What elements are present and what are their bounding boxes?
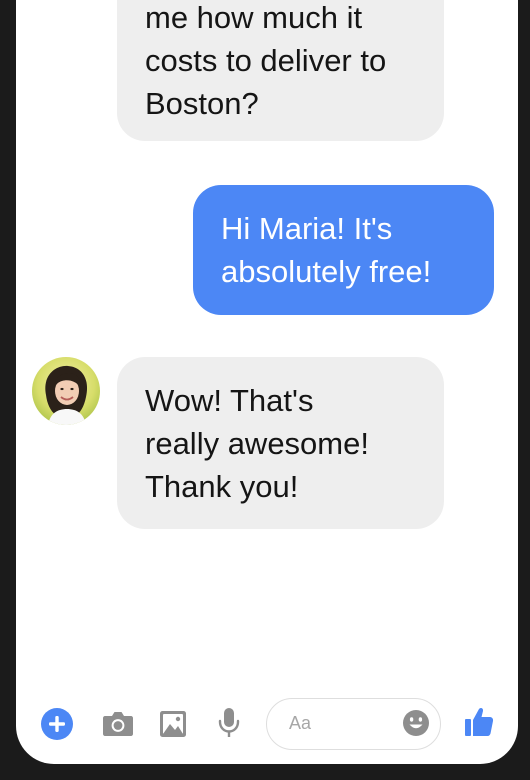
incoming-message-bubble: Wow! That's really awesome! Thank you! [117,357,444,529]
microphone-icon[interactable] [218,707,240,739]
chat-screen: me how much it costs to deliver to Bosto… [16,0,518,764]
message-line: really awesome! [145,426,369,461]
incoming-message-bubble: me how much it costs to deliver to Bosto… [117,0,444,141]
message-input-placeholder: Aa [289,713,312,733]
outgoing-message-bubble: Hi Maria! It's absolutely free! [193,185,494,315]
avatar-photo [32,357,100,425]
message-input[interactable]: Aa [266,698,441,750]
thumbs-up-icon[interactable] [464,706,494,738]
message-line: Hi Maria! It's [221,211,393,246]
message-toolbar: Aa [16,690,518,756]
plus-circle-icon[interactable] [41,708,73,740]
contact-avatar[interactable] [32,357,100,425]
image-icon[interactable] [159,710,187,738]
camera-icon[interactable] [102,710,134,738]
message-line: Thank you! [145,469,299,504]
phone-frame: me how much it costs to deliver to Bosto… [0,0,530,780]
message-line: absolutely free! [221,254,432,289]
message-line: costs to deliver to [145,43,387,78]
smiley-icon[interactable] [402,709,430,737]
message-line: Wow! That's [145,383,314,418]
message-line: me how much it [145,0,363,35]
message-line: Boston? [145,86,259,121]
